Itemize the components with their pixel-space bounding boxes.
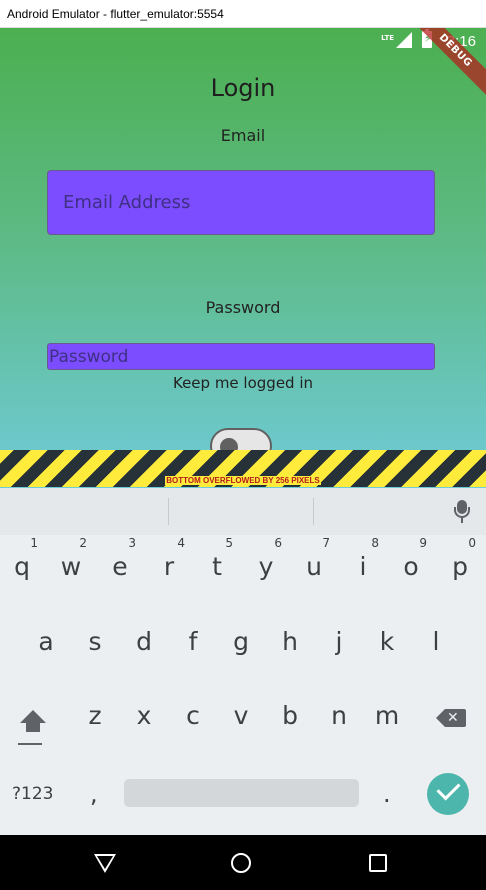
key-p[interactable]: p0 (442, 536, 478, 581)
key-d[interactable]: d (126, 627, 162, 656)
emulator-screen: LTE ⚡ 3:16 DEBUG Login Email Password Ke… (0, 28, 486, 890)
key-r[interactable]: r4 (151, 536, 187, 581)
key-label: a (38, 627, 54, 656)
key-label: f (188, 627, 198, 656)
key-hint: 6 (274, 536, 282, 550)
key-label: r (163, 552, 175, 581)
key-g[interactable]: g (223, 627, 259, 656)
period-key[interactable]: . (383, 780, 391, 808)
key-b[interactable]: b (272, 701, 308, 730)
key-i[interactable]: i8 (345, 536, 381, 581)
microphone-icon[interactable] (454, 500, 470, 526)
key-label: j (335, 627, 343, 656)
back-triangle-icon[interactable] (94, 854, 116, 873)
key-hint: 8 (371, 536, 379, 550)
suggestion-divider (313, 498, 314, 525)
key-label: m (374, 701, 400, 730)
key-label: o (403, 552, 419, 581)
key-z[interactable]: z (77, 701, 113, 730)
symbols-key[interactable]: ?123 (12, 784, 53, 804)
suggestion-strip (0, 488, 486, 535)
key-label: w (60, 552, 82, 581)
keep-logged-in-label: Keep me logged in (172, 374, 314, 392)
key-label: b (282, 701, 298, 730)
home-circle-icon[interactable] (231, 853, 251, 873)
key-label: q (14, 552, 30, 581)
key-label: n (331, 701, 347, 730)
soft-keyboard: q1w2e3r4t5y6u7i8o9p0asdfghjklzxcvbnm ✕ ?… (0, 488, 486, 835)
key-label: h (282, 627, 298, 656)
key-o[interactable]: o9 (393, 536, 429, 581)
key-n[interactable]: n (321, 701, 357, 730)
key-t[interactable]: t5 (199, 536, 235, 581)
key-m[interactable]: m (369, 701, 405, 730)
key-k[interactable]: k (369, 627, 405, 656)
page-title: Login (210, 74, 276, 102)
key-q[interactable]: q1 (4, 536, 40, 581)
email-input[interactable] (48, 171, 434, 234)
key-label: i (359, 552, 367, 581)
key-s[interactable]: s (77, 627, 113, 656)
key-hint: 1 (30, 536, 38, 550)
password-input[interactable] (48, 344, 434, 369)
suggestion-divider (168, 498, 169, 525)
key-e[interactable]: e3 (102, 536, 138, 581)
key-label: l (432, 627, 440, 656)
recents-square-icon[interactable] (369, 854, 387, 872)
key-u[interactable]: u7 (296, 536, 332, 581)
key-hint: 2 (79, 536, 87, 550)
key-y[interactable]: y6 (248, 536, 284, 581)
backspace-icon[interactable]: ✕ (436, 708, 466, 728)
email-label: Email (220, 126, 266, 145)
window-title: Android Emulator - flutter_emulator:5554 (0, 0, 486, 28)
shift-icon[interactable] (18, 710, 48, 750)
key-hint: 9 (419, 536, 427, 550)
key-hint: 5 (225, 536, 233, 550)
key-hint: 0 (468, 536, 476, 550)
key-hint: 7 (322, 536, 330, 550)
key-label: z (88, 701, 102, 730)
checkmark-icon (436, 776, 461, 801)
overflow-warning-text: BOTTOM OVERFLOWED BY 256 PIXELS (165, 476, 321, 485)
key-label: x (136, 701, 152, 730)
password-field[interactable] (47, 343, 435, 370)
key-label: p (452, 552, 468, 581)
key-label: k (379, 627, 395, 656)
key-f[interactable]: f (175, 627, 211, 656)
key-hint: 4 (177, 536, 185, 550)
key-label: d (136, 627, 152, 656)
key-label: e (112, 552, 128, 581)
key-label: u (306, 552, 322, 581)
key-label: s (88, 627, 102, 656)
key-l[interactable]: l (418, 627, 454, 656)
key-h[interactable]: h (272, 627, 308, 656)
comma-key[interactable]: , (90, 780, 98, 808)
email-field[interactable] (47, 170, 435, 235)
spacebar[interactable] (124, 779, 359, 807)
signal-icon (396, 32, 412, 48)
enter-key[interactable] (427, 773, 469, 815)
key-j[interactable]: j (321, 627, 357, 656)
key-label: c (186, 701, 200, 730)
network-type: LTE (381, 34, 394, 42)
key-a[interactable]: a (28, 627, 64, 656)
key-v[interactable]: v (223, 701, 259, 730)
key-label: v (233, 701, 249, 730)
key-label: y (258, 552, 274, 581)
key-c[interactable]: c (175, 701, 211, 730)
system-nav-bar (0, 835, 486, 890)
key-w[interactable]: w2 (53, 536, 89, 581)
key-label: g (233, 627, 249, 656)
key-hint: 3 (128, 536, 136, 550)
password-label: Password (205, 298, 281, 317)
key-label: t (212, 552, 222, 581)
key-x[interactable]: x (126, 701, 162, 730)
login-screen: LTE ⚡ 3:16 DEBUG Login Email Password Ke… (0, 28, 486, 488)
